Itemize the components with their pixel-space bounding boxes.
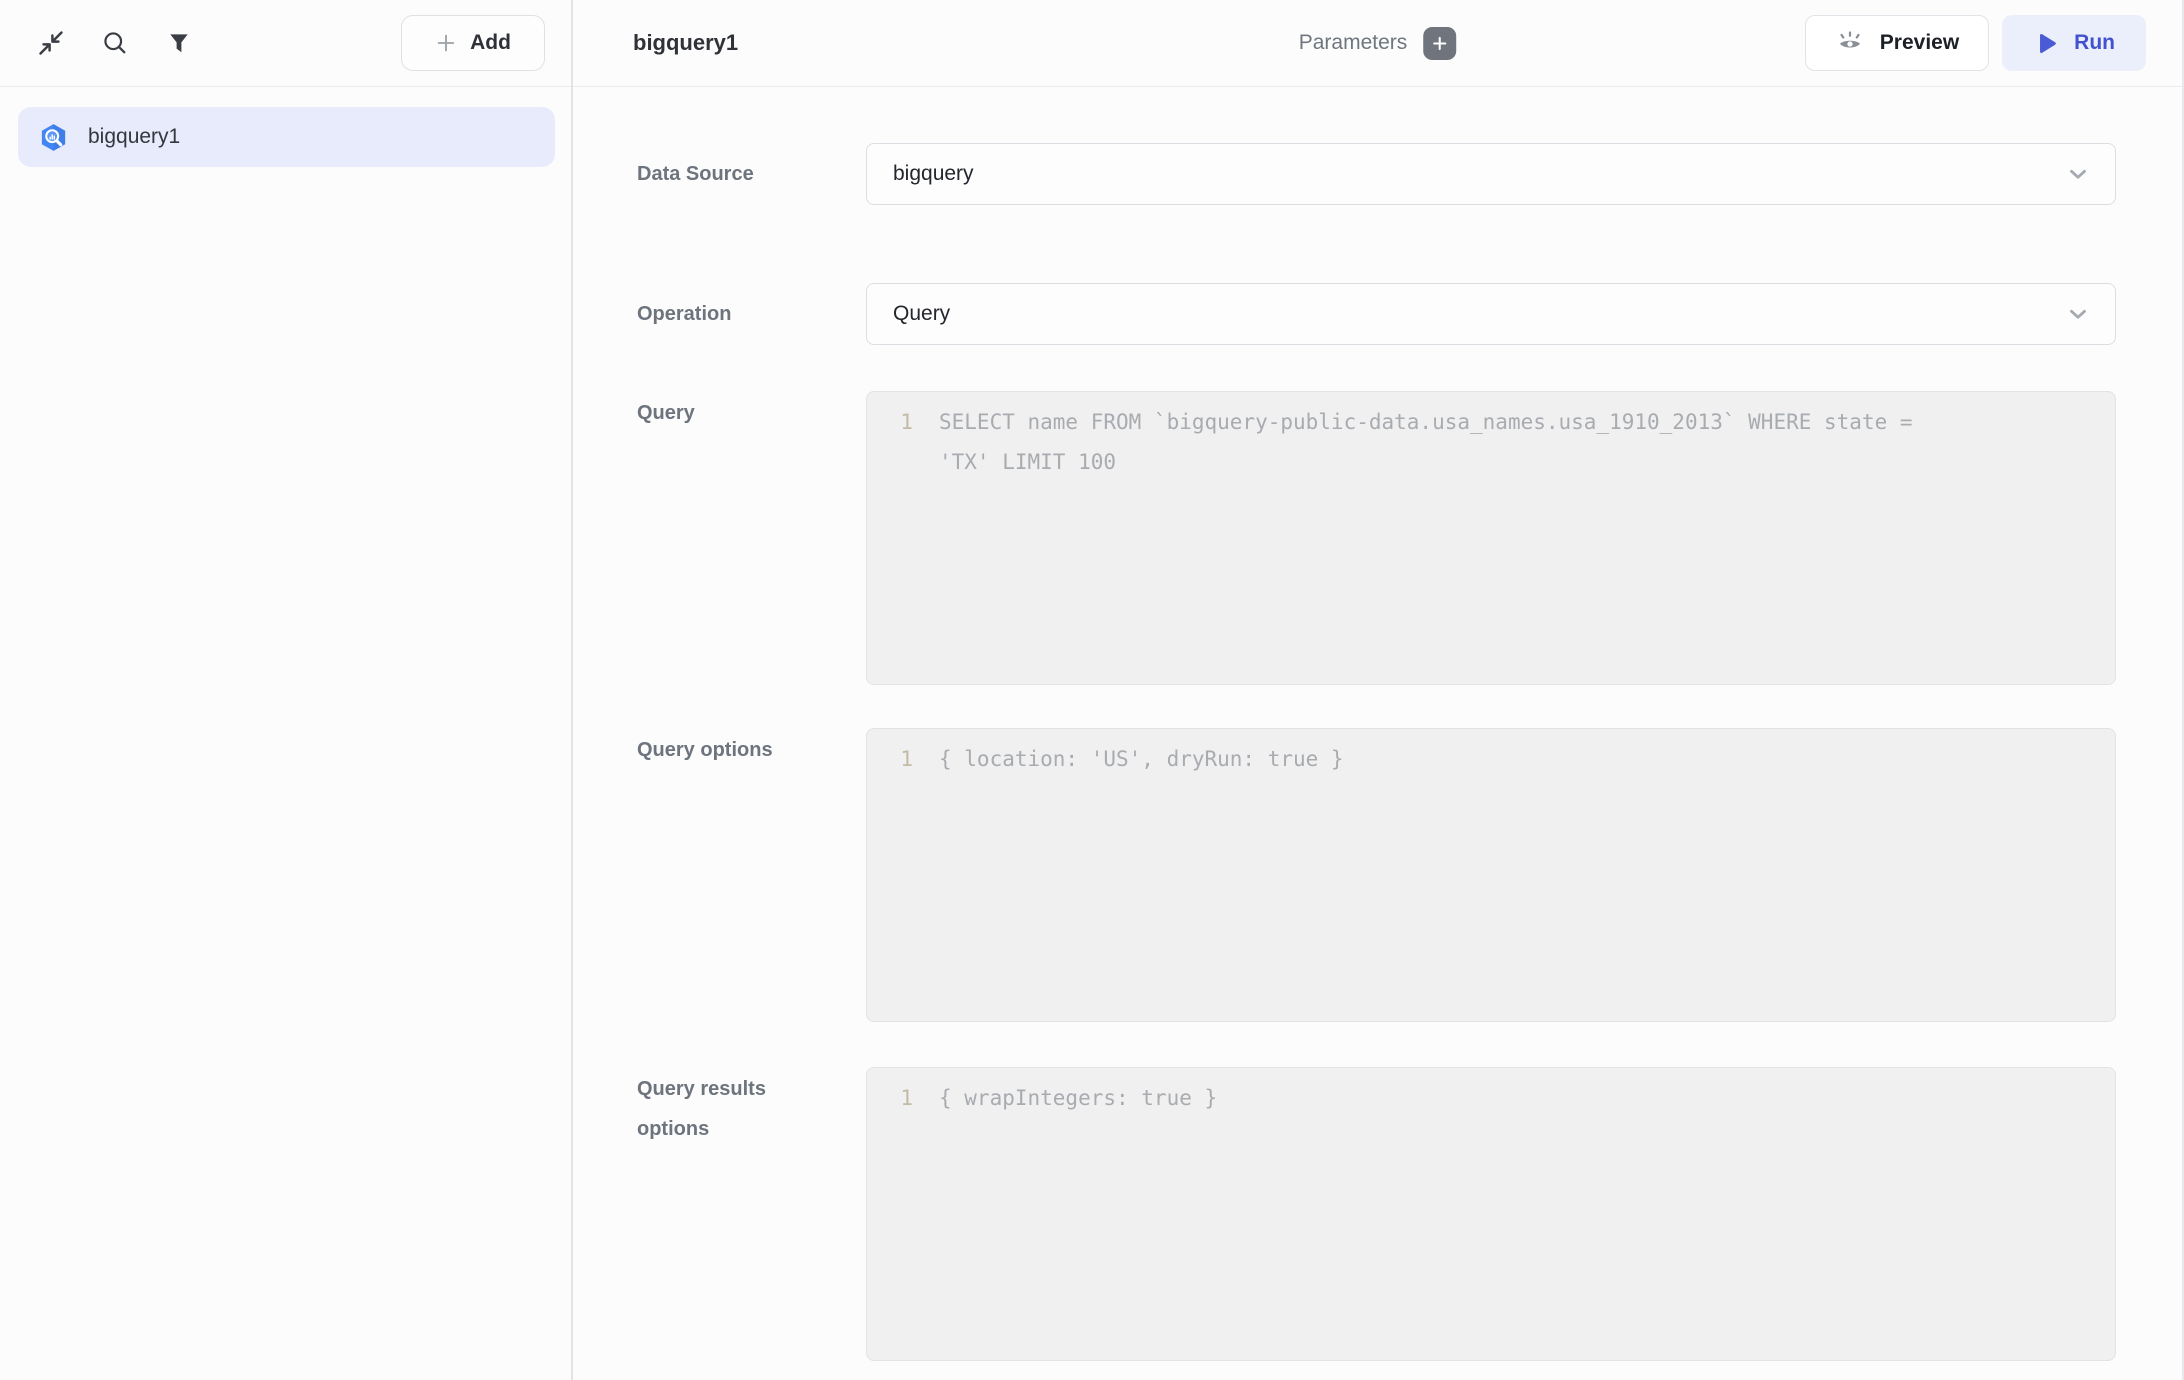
collapse-diagonal-icon	[37, 29, 65, 57]
sidebar-toolbar: Add	[0, 0, 571, 87]
play-icon	[2033, 30, 2060, 57]
query-results-options-code-editor[interactable]: 1 { wrapIntegers: true }	[866, 1067, 2116, 1361]
query-options-label: Query options	[637, 728, 866, 770]
data-source-value: bigquery	[893, 162, 974, 186]
list-item-label: bigquery1	[88, 125, 180, 149]
query-form: Data Source bigquery Operation Query	[573, 87, 2182, 1380]
filter-button[interactable]	[158, 22, 200, 64]
query-list: bigquery1	[0, 87, 571, 167]
list-item-bigquery1[interactable]: bigquery1	[18, 107, 555, 167]
operation-select[interactable]: Query	[866, 283, 2116, 345]
parameters-label: Parameters	[1299, 31, 1408, 55]
data-source-label: Data Source	[637, 163, 866, 186]
query-options-placeholder-text: { location: 'US', dryRun: true }	[939, 739, 1344, 779]
search-icon	[101, 29, 129, 57]
query-options-code-editor[interactable]: 1 { location: 'US', dryRun: true }	[866, 728, 2116, 1022]
query-row: Query 1 SELECT name FROM `bigquery-publi…	[637, 391, 2116, 685]
line-number: 1	[883, 1078, 913, 1118]
query-results-options-label: Query results options	[637, 1067, 866, 1149]
preview-button-label: Preview	[1880, 31, 1959, 55]
data-source-row: Data Source bigquery	[637, 143, 2116, 205]
sidebar: Add bigquery1	[0, 0, 573, 1380]
line-number: 1	[883, 739, 913, 779]
run-button-label: Run	[2074, 31, 2115, 55]
app-root: Add bigquery1 bigquery1 Parameters	[0, 0, 2184, 1380]
filter-funnel-icon	[166, 30, 192, 56]
code-line: 1 SELECT name FROM `bigquery-public-data…	[883, 402, 2095, 482]
eye-icon	[1835, 28, 1865, 58]
add-parameter-button[interactable]	[1423, 27, 1456, 60]
query-results-options-row: Query results options 1 { wrapIntegers: …	[637, 1067, 2116, 1361]
run-button[interactable]: Run	[2002, 15, 2146, 71]
add-button-label: Add	[470, 31, 511, 55]
plus-icon	[435, 32, 457, 54]
chevron-down-icon	[2065, 161, 2091, 187]
header-actions: Preview Run	[1805, 15, 2146, 71]
search-button[interactable]	[94, 22, 136, 64]
query-placeholder-text: SELECT name FROM `bigquery-public-data.u…	[939, 402, 1944, 482]
chevron-down-icon	[2065, 301, 2091, 327]
operation-value: Query	[893, 302, 950, 326]
add-button[interactable]: Add	[401, 15, 545, 71]
operation-label: Operation	[637, 303, 866, 326]
main-panel: bigquery1 Parameters	[573, 0, 2182, 1380]
query-label: Query	[637, 391, 866, 433]
page-title: bigquery1	[633, 30, 738, 56]
query-code-editor[interactable]: 1 SELECT name FROM `bigquery-public-data…	[866, 391, 2116, 685]
code-line: 1 { location: 'US', dryRun: true }	[883, 739, 2095, 779]
parameters-group: Parameters	[1299, 27, 1457, 60]
main-header: bigquery1 Parameters	[573, 0, 2182, 87]
data-source-select[interactable]: bigquery	[866, 143, 2116, 205]
bigquery-hexagon-magnifier-icon	[38, 122, 69, 153]
query-options-row: Query options 1 { location: 'US', dryRun…	[637, 728, 2116, 1022]
preview-button[interactable]: Preview	[1805, 15, 1989, 71]
line-number: 1	[883, 402, 913, 482]
plus-icon	[1430, 34, 1449, 53]
query-results-options-placeholder-text: { wrapIntegers: true }	[939, 1078, 1217, 1118]
collapse-sidebar-button[interactable]	[30, 22, 72, 64]
operation-row: Operation Query	[637, 283, 2116, 345]
code-line: 1 { wrapIntegers: true }	[883, 1078, 2095, 1118]
